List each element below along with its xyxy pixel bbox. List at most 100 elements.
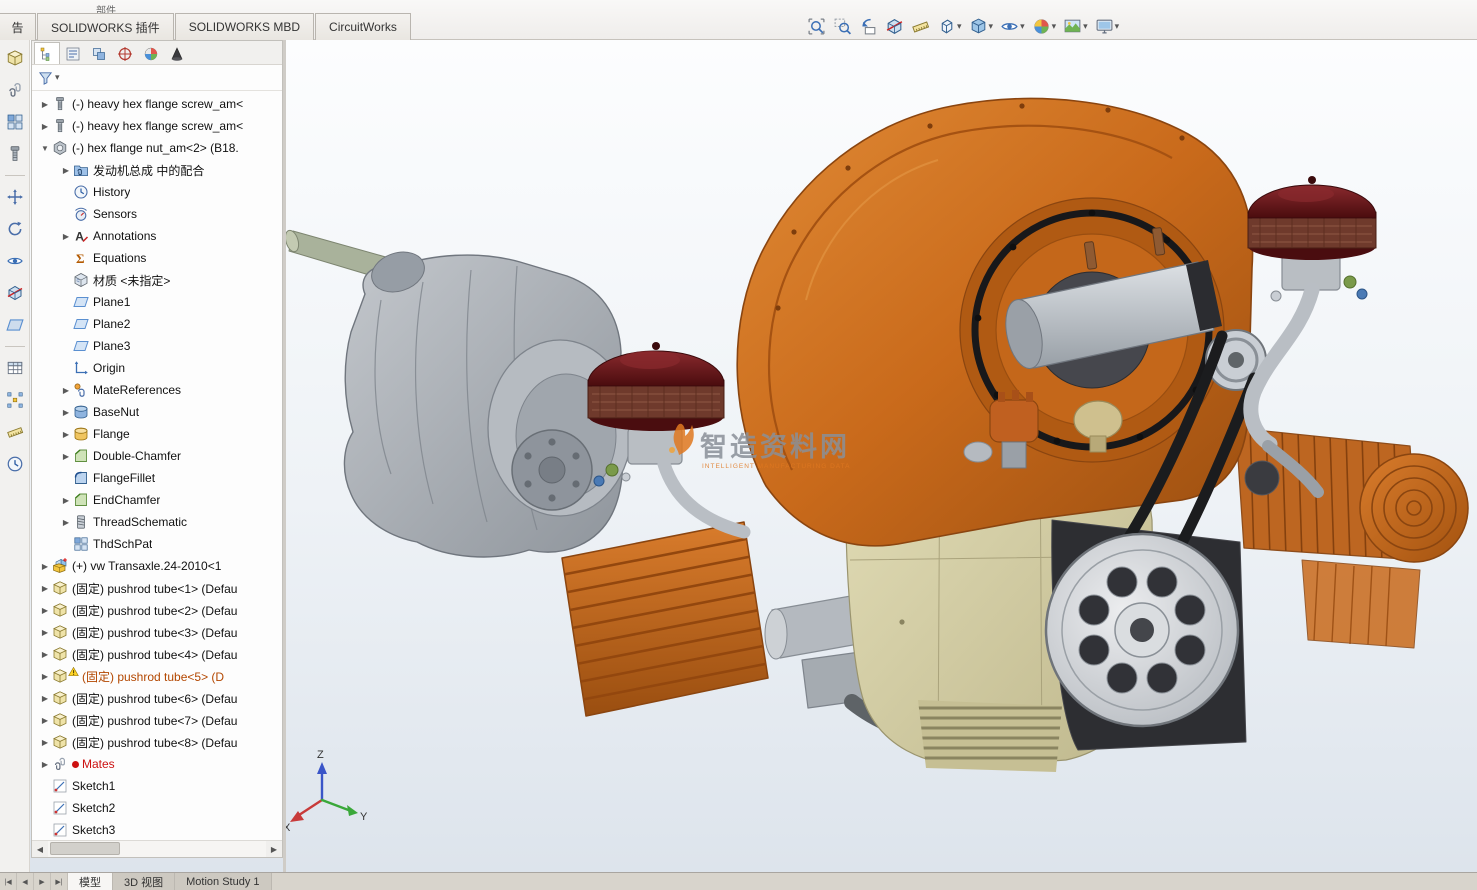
filter-funnel-icon[interactable]	[38, 70, 53, 85]
show-hidden-components-button[interactable]	[3, 249, 27, 273]
expand-arrow-icon[interactable]: ▼	[38, 144, 52, 153]
expand-arrow-icon[interactable]: ▶	[38, 628, 52, 637]
scrollbar-thumb[interactable]	[50, 842, 120, 855]
tree-item[interactable]: Sketch3	[32, 819, 282, 840]
smart-fasteners-button[interactable]	[3, 142, 27, 166]
doc-tab-3d-视图[interactable]: 3D 视图	[113, 873, 175, 890]
scrollbar-track[interactable]	[48, 841, 266, 857]
cylinder-fins-right[interactable]	[1236, 424, 1468, 648]
tab-scroll-button[interactable]: ▶	[34, 873, 51, 890]
doc-tab-motion-study-1[interactable]: Motion Study 1	[175, 873, 271, 890]
expand-arrow-icon[interactable]: ▶	[38, 738, 52, 747]
dropdown-caret-icon[interactable]: ▾	[1020, 22, 1025, 31]
component-pattern-button[interactable]	[3, 110, 27, 134]
tree-item[interactable]: ▶(固定) pushrod tube<6> (Defau	[32, 687, 282, 709]
expand-arrow-icon[interactable]: ▶	[59, 386, 73, 395]
tree-item[interactable]: ▶(固定) pushrod tube<5> (D	[32, 665, 282, 687]
expand-arrow-icon[interactable]: ▶	[38, 100, 52, 109]
expand-arrow-icon[interactable]: ▶	[38, 716, 52, 725]
expand-arrow-icon[interactable]: ▶	[59, 452, 73, 461]
tree-item[interactable]: ▶(固定) pushrod tube<1> (Defau	[32, 577, 282, 599]
expand-arrow-icon[interactable]: ▶	[38, 584, 52, 593]
section-view-button[interactable]	[884, 16, 905, 37]
engine-assembly-model[interactable]	[283, 99, 1468, 776]
tree-item[interactable]: 材质 <未指定>	[32, 269, 282, 291]
doc-tab-模型[interactable]: 模型	[68, 873, 113, 890]
ribbon-tab[interactable]: CircuitWorks	[315, 13, 411, 40]
expand-arrow-icon[interactable]: ▶	[38, 562, 52, 571]
expand-arrow-icon[interactable]: ▶	[59, 408, 73, 417]
reference-geometry-button[interactable]	[3, 313, 27, 337]
configurationmanager-tab[interactable]	[86, 42, 112, 64]
new-motion-study-button[interactable]	[3, 452, 27, 476]
tree-item[interactable]: ▶(固定) pushrod tube<4> (Defau	[32, 643, 282, 665]
tree-item[interactable]: Sketch2	[32, 797, 282, 819]
rotate-component-button[interactable]	[3, 217, 27, 241]
ribbon-tab-partial[interactable]: 告	[0, 13, 36, 40]
tab-scroll-button[interactable]: |◀	[0, 873, 17, 890]
zoom-to-area-button[interactable]	[832, 16, 853, 37]
tree-item[interactable]: Origin	[32, 357, 282, 379]
displaymanager-tab[interactable]	[138, 42, 164, 64]
view-orientation-button[interactable]: ▾	[936, 16, 963, 37]
featuremanager-tab[interactable]	[34, 42, 60, 64]
dropdown-caret-icon[interactable]: ▾	[957, 22, 962, 31]
zoom-to-fit-button[interactable]	[806, 16, 827, 37]
scroll-left-button[interactable]: ◀	[32, 841, 48, 857]
tab-scroll-button[interactable]: ▶|	[51, 873, 68, 890]
tree-item[interactable]: ▶Double-Chamfer	[32, 445, 282, 467]
measure-button[interactable]	[910, 16, 931, 37]
expand-arrow-icon[interactable]: ▶	[38, 122, 52, 131]
transaxle[interactable]	[283, 229, 632, 557]
tree-item[interactable]: Sketch1	[32, 775, 282, 797]
expand-arrow-icon[interactable]: ▶	[59, 518, 73, 527]
view-settings-button[interactable]: ▾	[1094, 16, 1121, 37]
tree-item[interactable]: ▶AAnnotations	[32, 225, 282, 247]
filter-caret[interactable]: ▾	[55, 72, 60, 83]
tree-item[interactable]: ▶EndChamfer	[32, 489, 282, 511]
expand-arrow-icon[interactable]: ▶	[38, 760, 52, 769]
tree-horizontal-scrollbar[interactable]: ◀ ▶	[32, 840, 282, 857]
tree-item[interactable]: ▶(-) heavy hex flange screw_am<	[32, 93, 282, 115]
mate-button[interactable]	[3, 78, 27, 102]
tree-item[interactable]: Plane3	[32, 335, 282, 357]
expand-arrow-icon[interactable]: ▶	[38, 672, 52, 681]
crankshaft-pulley[interactable]	[1046, 534, 1238, 726]
tree-item[interactable]: ▶MateReferences	[32, 379, 282, 401]
tree-item[interactable]: ▶BaseNut	[32, 401, 282, 423]
tree-item[interactable]: ▶(+) vw Transaxle.24-2010<1	[32, 555, 282, 577]
panel-splitter[interactable]	[283, 40, 286, 872]
tree-item[interactable]: ▶(固定) pushrod tube<3> (Defau	[32, 621, 282, 643]
display-style-button[interactable]: ▾	[968, 16, 995, 37]
insert-component-button[interactable]	[3, 46, 27, 70]
assembly-features-button[interactable]	[3, 281, 27, 305]
edit-appearance-button[interactable]: ▾	[1031, 16, 1058, 37]
tree-item[interactable]: ▼(-) hex flange nut_am<2> (B18.	[32, 137, 282, 159]
dimxpertmanager-tab[interactable]	[112, 42, 138, 64]
move-component-button[interactable]	[3, 185, 27, 209]
expand-arrow-icon[interactable]: ▶	[38, 606, 52, 615]
tree-item[interactable]: ▶(固定) pushrod tube<8> (Defau	[32, 731, 282, 753]
tree-item[interactable]: FlangeFillet	[32, 467, 282, 489]
tab-scroll-button[interactable]: ◀	[17, 873, 34, 890]
valve-cover-left[interactable]	[556, 522, 786, 716]
tree-item[interactable]: ▶Mates	[32, 753, 282, 775]
air-cleaner-right[interactable]	[1248, 176, 1376, 260]
dropdown-caret-icon[interactable]: ▾	[1115, 22, 1120, 31]
rendertools-tab[interactable]	[164, 42, 190, 64]
propertymanager-tab[interactable]	[60, 42, 86, 64]
tree-item[interactable]: History	[32, 181, 282, 203]
measure-tool-button[interactable]	[3, 420, 27, 444]
tree-item[interactable]: Sensors	[32, 203, 282, 225]
expand-arrow-icon[interactable]: ▶	[59, 166, 73, 175]
apply-scene-button[interactable]: ▾	[1062, 16, 1089, 37]
tree-item[interactable]: ΣEquations	[32, 247, 282, 269]
expand-arrow-icon[interactable]: ▶	[59, 430, 73, 439]
tree-item[interactable]: ▶发动机总成 中的配合	[32, 159, 282, 181]
bill-of-materials-button[interactable]	[3, 356, 27, 380]
exploded-view-button[interactable]	[3, 388, 27, 412]
tree-item[interactable]: ▶Flange	[32, 423, 282, 445]
previous-view-button[interactable]	[858, 16, 879, 37]
expand-arrow-icon[interactable]: ▶	[38, 650, 52, 659]
tree-item[interactable]: Plane1	[32, 291, 282, 313]
